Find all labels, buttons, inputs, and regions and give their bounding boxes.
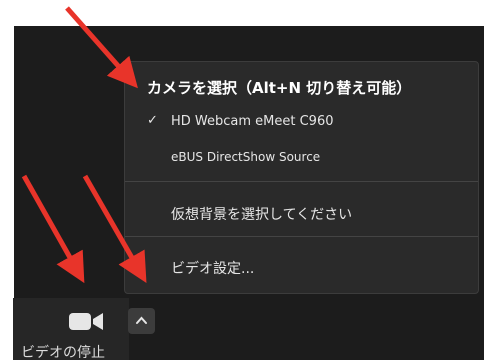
menu-item-ebus-directshow[interactable]: eBUS DirectShow Source	[125, 143, 478, 173]
checkmark-icon: ✓	[147, 113, 158, 128]
menu-item-label: 仮想背景を選択してください	[171, 207, 353, 223]
stop-video-button[interactable]: ビデオの停止	[13, 298, 129, 361]
stop-video-label: ビデオの停止	[21, 345, 105, 361]
camera-menu: カメラを選択（Alt+N 切り替え可能） ✓ HD Webcam eMeet C…	[124, 61, 479, 294]
menu-item-label: HD Webcam eMeet C960	[171, 114, 334, 129]
menu-divider	[125, 181, 478, 182]
video-control: ビデオの停止	[13, 298, 157, 361]
video-options-button[interactable]	[128, 308, 155, 334]
menu-heading: カメラを選択（Alt+N 切り替え可能）	[147, 79, 412, 97]
menu-item-hd-webcam[interactable]: ✓ HD Webcam eMeet C960	[125, 107, 478, 137]
video-camera-icon	[69, 313, 103, 330]
menu-item-virtual-background[interactable]: 仮想背景を選択してください	[125, 197, 478, 227]
menu-item-label: ビデオ設定...	[171, 261, 255, 277]
menu-divider	[125, 236, 478, 237]
menu-item-video-settings[interactable]: ビデオ設定...	[125, 251, 478, 281]
chevron-up-icon	[136, 316, 147, 324]
menu-item-label: eBUS DirectShow Source	[171, 150, 321, 164]
